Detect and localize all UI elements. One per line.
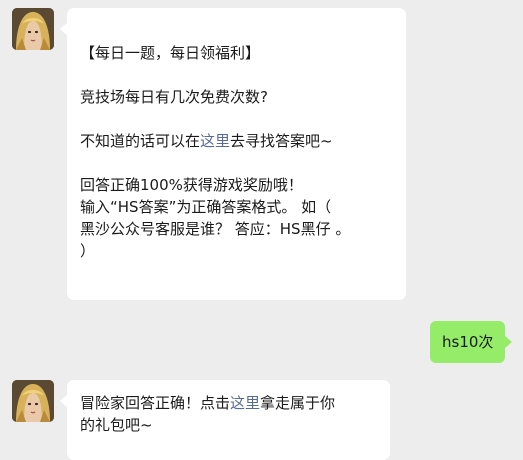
result-suffix: 拿走属于你	[260, 394, 336, 412]
answer-link[interactable]: 这里	[200, 132, 230, 150]
message-bubble-question[interactable]: 【每日一题，每日领福利】 竞技场每日有几次免费次数? 不知道的话可以在这里去寻找…	[60, 8, 406, 300]
hint-prefix: 不知道的话可以在	[80, 132, 201, 150]
result-text: 冒险家回答正确！点击这里拿走属于你	[80, 392, 390, 414]
message-bubble-result[interactable]: 冒险家回答正确！点击这里拿走属于你 的礼包吧~	[60, 380, 390, 460]
female-warrior-avatar-icon	[12, 380, 54, 422]
format-example: 黑沙公众号客服是谁？ 答应：HS黑仔 。	[80, 220, 351, 238]
message-bubble-answer[interactable]: hs10次	[430, 321, 513, 363]
female-warrior-avatar-icon	[12, 8, 54, 50]
result-prefix: 冒险家回答正确！点击	[80, 394, 231, 412]
result-text-2: 的礼包吧~	[80, 416, 153, 434]
hint-suffix: 去寻找答案吧~	[230, 132, 333, 150]
format-text: 输入“HS答案”为正确答案格式。 如（	[80, 198, 332, 216]
question-text: 竞技场每日有几次免费次数?	[80, 88, 268, 106]
answer-text: hs10次	[442, 333, 494, 351]
bot-avatar[interactable]	[12, 8, 54, 50]
bot-avatar[interactable]	[12, 380, 54, 422]
reward-text: 回答正确100%获得游戏奖励哦！	[80, 176, 303, 194]
gift-link[interactable]: 这里	[230, 394, 260, 412]
hint-text: 不知道的话可以在这里去寻找答案吧~	[80, 130, 406, 152]
format-close: ）	[80, 242, 96, 260]
daily-question-title: 【每日一题，每日领福利】	[80, 44, 261, 62]
